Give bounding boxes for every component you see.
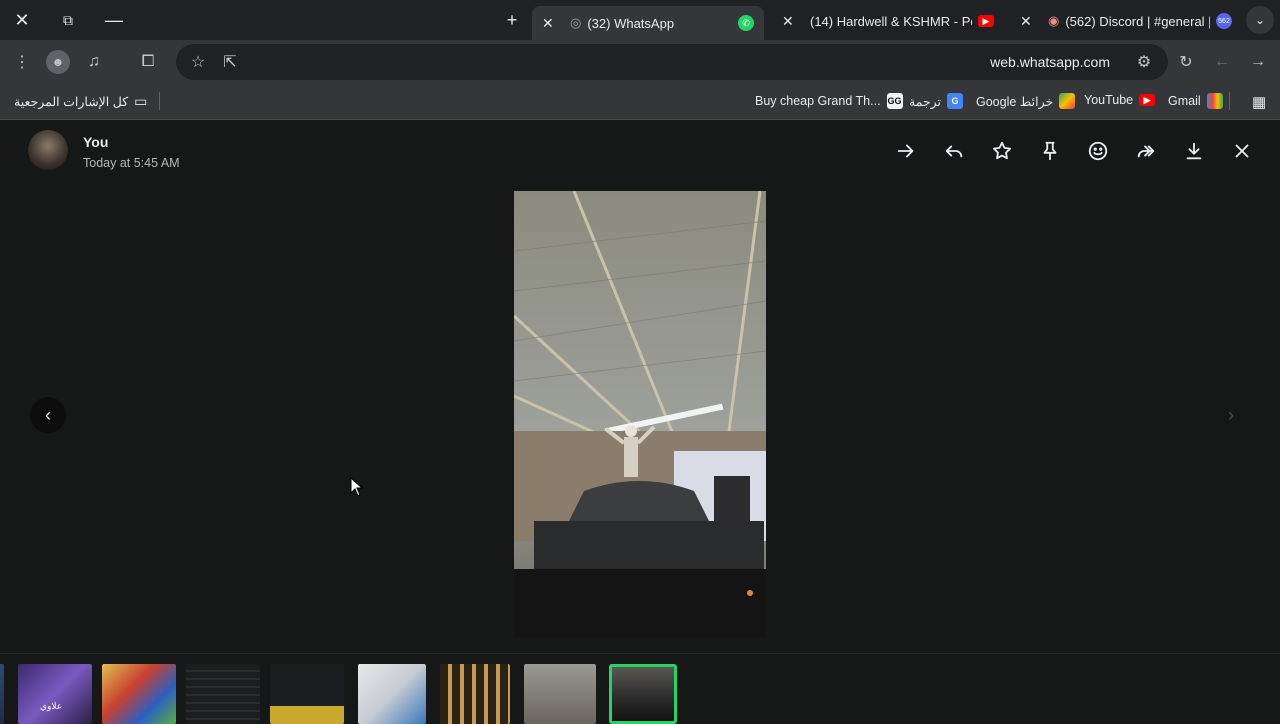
bookmark-label: YouTube — [1084, 93, 1134, 107]
folder-icon: ▭ — [134, 93, 148, 109]
media-illustration — [514, 191, 766, 637]
apps-grid-icon[interactable]: ▦ — [1252, 93, 1266, 111]
download-icon[interactable] — [1182, 139, 1206, 163]
bookmark-item[interactable]: Google خرائط — [976, 93, 1076, 109]
media-thumbnail[interactable] — [358, 664, 426, 724]
emoji-react-icon[interactable] — [1086, 139, 1110, 163]
bookmark-folder-label: كل الإشارات المرجعية — [14, 95, 129, 109]
pin-icon[interactable] — [1038, 139, 1062, 163]
tab-close-icon[interactable]: ✕ — [782, 13, 798, 30]
recording-icon: ◉ — [1048, 13, 1060, 28]
message-time: Today at 5:45 AM — [83, 156, 180, 170]
media-thumbnail[interactable] — [0, 664, 4, 724]
gg-deals-icon: GG — [886, 93, 903, 109]
media-thumbnail-selected[interactable] — [609, 664, 677, 724]
tab-search-icon[interactable]: ⌄ — [1246, 6, 1274, 34]
divider — [1229, 92, 1230, 110]
bookmark-item[interactable]: YouTube ▶ — [1084, 93, 1156, 107]
youtube-icon: ▶ — [1139, 94, 1156, 106]
youtube-favicon-icon: ▶ — [978, 15, 994, 27]
media-controls-icon[interactable]: ♫ — [82, 50, 106, 74]
tab-whatsapp[interactable]: ✕ ◎ (32) WhatsApp ✆ — [532, 6, 764, 40]
back-icon[interactable]: ← — [1210, 50, 1234, 74]
new-tab-icon[interactable]: + — [498, 6, 526, 34]
gmail-icon — [1206, 93, 1223, 109]
media-thumbnail[interactable]: علاوي — [18, 664, 92, 724]
reload-icon[interactable]: ↻ — [1174, 50, 1198, 74]
close-icon[interactable] — [1230, 139, 1254, 163]
extensions-icon[interactable]: ⧠ — [136, 50, 160, 74]
bookmarks-bar: كل الإشارات المرجعية ▭ Buy cheap Grand T… — [0, 84, 1280, 120]
media-thumbnail-strip: علاوي — [0, 653, 1280, 724]
go-to-message-icon[interactable] — [894, 139, 918, 163]
tab-close-icon[interactable]: ✕ — [542, 15, 558, 32]
star-icon[interactable] — [990, 139, 1014, 163]
reply-icon[interactable] — [942, 139, 966, 163]
tab-discord[interactable]: ✕ ◉ (562) Discord | #general | C 562 — [1010, 6, 1242, 36]
bookmark-label: Google خرائط — [976, 94, 1054, 109]
bookmark-item[interactable]: ترجمة G — [909, 93, 964, 109]
all-bookmarks-folder[interactable]: كل الإشارات المرجعية ▭ — [14, 93, 147, 110]
audio-icon: ◎ — [570, 15, 582, 30]
sender-name: You — [83, 134, 109, 150]
previous-media-button[interactable]: ‹ — [30, 397, 66, 433]
chevron-left-icon: ‹ — [45, 404, 51, 425]
bookmark-label: Buy cheap Grand Th... — [755, 94, 881, 108]
browser-tab-bar: ✕ ⧉ — + ✕ ◎ (32) WhatsApp ✆ ✕ (14) Hardw… — [0, 0, 1280, 40]
media-image[interactable] — [514, 191, 766, 637]
divider — [159, 92, 160, 110]
next-media-button[interactable]: › — [1213, 397, 1249, 433]
bookmark-item[interactable]: Buy cheap Grand Th... GG — [755, 93, 903, 109]
chevron-right-icon: › — [1228, 404, 1234, 425]
site-settings-icon[interactable]: ⚙ — [1132, 50, 1156, 74]
media-thumbnail[interactable] — [440, 664, 510, 724]
media-thumbnail[interactable] — [102, 664, 176, 724]
bookmark-label: ترجمة — [909, 94, 942, 109]
mouse-cursor-icon — [350, 477, 364, 497]
restore-window-icon[interactable]: ⧉ — [54, 6, 82, 34]
media-thumbnail[interactable] — [524, 664, 596, 724]
bookmark-item[interactable]: Gmail — [1168, 93, 1223, 109]
menu-icon[interactable]: ⋮ — [10, 50, 34, 74]
tab-close-icon[interactable]: ✕ — [1020, 13, 1036, 30]
tab-title: (32) WhatsApp — [587, 15, 675, 31]
forward-message-icon[interactable] — [1134, 139, 1158, 163]
address-bar[interactable]: ☆ ⇱ web.whatsapp.com ⚙ — [176, 44, 1168, 80]
media-thumbnail[interactable] — [186, 664, 260, 724]
discord-favicon-icon: 562 — [1216, 13, 1232, 29]
tab-title: (14) Hardwell & KSHMR - Powe — [810, 13, 972, 29]
media-viewer: You Today at 5:45 AM ‹ › علاوي — [0, 121, 1280, 724]
avatar[interactable] — [28, 130, 68, 170]
bookmark-star-icon[interactable]: ☆ — [186, 50, 210, 74]
thumbnail-caption: علاوي — [40, 701, 63, 711]
tab-title: (562) Discord | #general | C — [1065, 13, 1210, 29]
forward-icon[interactable]: → — [1246, 50, 1270, 74]
maps-icon — [1059, 93, 1076, 109]
profile-avatar-icon[interactable]: ☻ — [46, 50, 70, 74]
translate-icon: G — [947, 93, 964, 109]
minimize-window-icon[interactable]: — — [100, 6, 128, 34]
url-text: web.whatsapp.com — [990, 54, 1110, 70]
whatsapp-favicon-icon: ✆ — [738, 15, 754, 31]
install-app-icon[interactable]: ⇱ — [218, 50, 242, 74]
close-window-icon[interactable]: ✕ — [8, 6, 36, 34]
bookmark-label: Gmail — [1168, 94, 1201, 108]
browser-toolbar: ⋮ ☻ ♫ ⧠ ☆ ⇱ web.whatsapp.com ⚙ ↻ ← → — [0, 40, 1280, 84]
media-thumbnail[interactable] — [270, 664, 344, 724]
tab-youtube[interactable]: ✕ (14) Hardwell & KSHMR - Powe ▶ — [772, 6, 1004, 36]
